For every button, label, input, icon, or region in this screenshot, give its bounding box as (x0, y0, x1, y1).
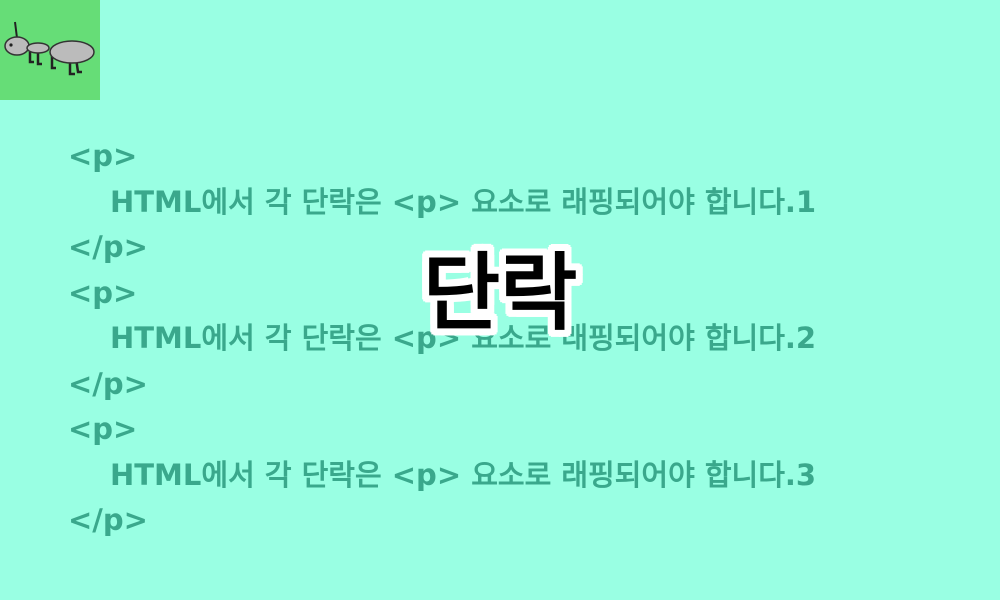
paragraph-text-line: HTML에서 각 단락은 <p> 요소로 래핑되어야 합니다.3 (110, 457, 817, 492)
tag-line: </p> (68, 366, 148, 401)
page-title: 단락 (422, 244, 578, 342)
tag-line: <p> (68, 412, 138, 446)
paragraph-text-line: HTML에서 각 단락은 <p> 요소로 래핑되어야 합니다.1 (110, 184, 817, 219)
ant-icon (4, 21, 95, 76)
tag-line: <p> (68, 139, 138, 173)
tag-line: </p> (68, 503, 148, 537)
logo (0, 0, 100, 100)
